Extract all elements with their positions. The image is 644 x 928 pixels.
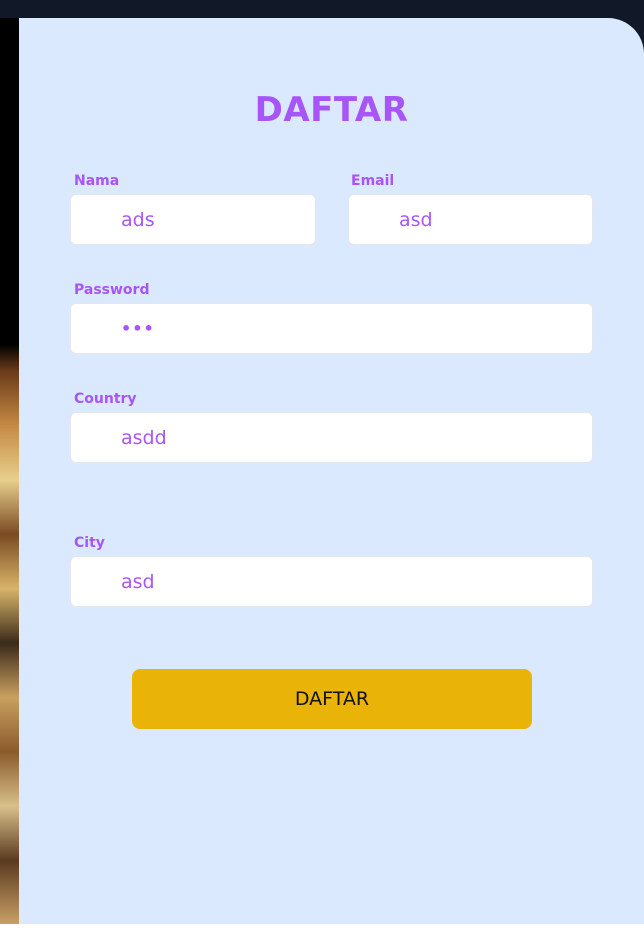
city-input[interactable]: asd <box>70 556 593 607</box>
register-card: DAFTAR Nama ads Email asd Password ••• C… <box>19 18 644 924</box>
email-label: Email <box>351 173 395 189</box>
page-title: DAFTAR <box>254 90 409 130</box>
country-input[interactable]: asdd <box>70 412 593 463</box>
password-input[interactable]: ••• <box>70 303 593 354</box>
nama-input[interactable]: ads <box>70 194 316 245</box>
background-photo <box>0 18 19 924</box>
email-input[interactable]: asd <box>348 194 593 245</box>
country-label: Country <box>74 391 137 407</box>
city-label: City <box>74 535 105 551</box>
nama-label: Nama <box>74 173 120 189</box>
password-label: Password <box>74 282 150 298</box>
page: DAFTAR Nama ads Email asd Password ••• C… <box>0 0 644 924</box>
daftar-submit-button[interactable]: DAFTAR <box>132 669 532 729</box>
